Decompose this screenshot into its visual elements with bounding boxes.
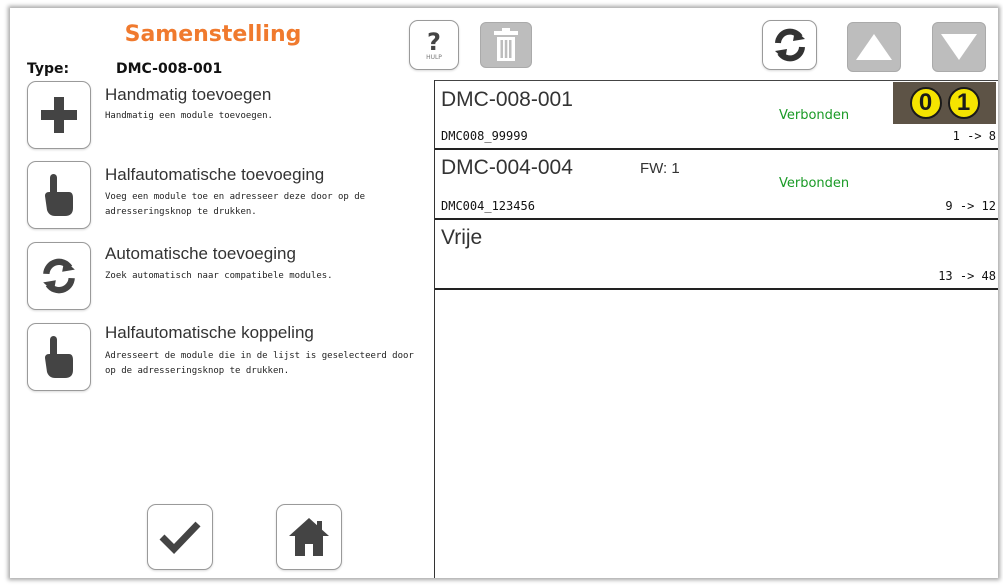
home-button[interactable] [276,504,342,570]
help-label: HULP [426,53,442,61]
move-up-button[interactable] [847,22,901,72]
app-frame: Samenstelling Type: DMC-008-001 ? HULP H… [10,8,998,578]
module-name: Vrije [441,226,483,249]
hand-pointer-icon [45,174,73,216]
module-range: 1 -> 8 [952,129,996,143]
delete-button[interactable] [480,22,532,68]
triangle-down-icon [941,34,977,60]
address-digit: 0 [909,87,942,119]
question-icon: ? [427,27,441,56]
manual-add-button[interactable] [27,81,91,149]
hand-pointer-icon [45,336,73,378]
plus-icon [41,97,77,133]
module-row[interactable]: Vrije 13 -> 48 [435,220,998,290]
address-digit: 1 [947,87,980,119]
trash-icon [494,28,518,61]
refresh-list-button[interactable] [762,20,817,70]
type-label: Type: [27,61,70,77]
option-title-manual: Handmatig toevoegen [105,85,272,104]
module-range: 9 -> 12 [945,199,996,213]
address-badge: 0 1 [893,82,996,124]
option-title-link: Halfautomatische koppeling [105,323,314,342]
module-serial: DMC008_99999 [441,129,528,143]
refresh-icon [43,258,75,294]
triangle-up-icon [856,34,892,60]
module-range: 13 -> 48 [938,269,996,283]
semi-auto-add-button[interactable] [27,161,91,229]
refresh-icon [774,28,805,62]
option-desc-auto: Zoek automatisch naar compatibele module… [105,271,333,281]
module-row[interactable]: DMC-004-004 FW: 1 Verbonden DMC004_12345… [435,150,998,220]
type-value: DMC-008-001 [116,61,223,77]
confirm-button[interactable] [147,504,213,570]
module-status: Verbonden [779,176,850,191]
home-icon [289,518,329,556]
semi-auto-link-button[interactable] [27,323,91,391]
option-title-semi-auto: Halfautomatische toevoeging [105,165,325,184]
checkmark-icon [159,521,201,555]
option-desc-link: Adresseert de module die in de lijst is … [105,351,414,376]
module-row[interactable]: DMC-008-001 Verbonden 0 1 DMC008_99999 1… [435,80,998,150]
option-desc-manual: Handmatig een module toevoegen. [105,111,273,121]
auto-add-button[interactable] [27,242,91,310]
module-status: Verbonden [779,108,850,123]
module-name: DMC-004-004 [441,156,573,179]
option-desc-semi-auto: Voeg een module toe en adresseer deze do… [105,192,366,217]
module-firmware: FW: 1 [640,160,680,177]
help-button[interactable]: ? HULP [409,20,459,70]
module-serial: DMC004_123456 [441,199,535,213]
option-title-auto: Automatische toevoeging [105,244,296,263]
module-name: DMC-008-001 [441,88,573,111]
move-down-button[interactable] [932,22,986,72]
row-divider [435,288,998,290]
page-title: Samenstelling [124,22,302,47]
